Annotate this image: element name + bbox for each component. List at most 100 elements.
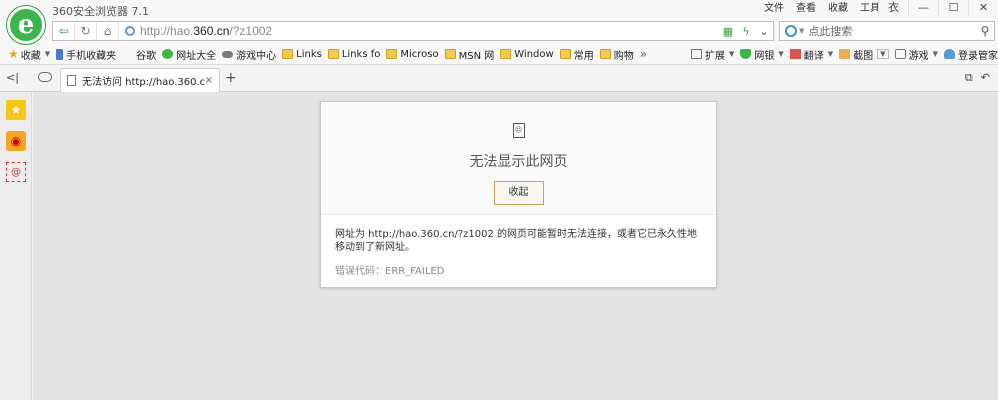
- page-content: ☹ 无法显示此网页 收起 网址为 http://hao.360.cn/?z100…: [33, 92, 998, 400]
- error-code: 错误代码：ERR_FAILED: [335, 266, 445, 277]
- page-icon: [67, 75, 76, 86]
- scissors-icon: [839, 49, 851, 59]
- games-button[interactable]: 游戏 ▼: [892, 44, 941, 64]
- bookmark-label: 购物: [613, 50, 634, 62]
- tab-title: 无法访问 http://hao.360.cn/?z: [82, 77, 205, 88]
- bookmark-label: 谷歌: [136, 50, 157, 62]
- bookmark-folder[interactable]: Microso: [383, 44, 441, 64]
- mail-icon[interactable]: @: [6, 162, 26, 182]
- menu-favorites[interactable]: 收藏: [822, 2, 854, 16]
- browser-logo-icon[interactable]: e: [7, 6, 45, 44]
- address-row: ⇦ ↻ ⌂ http://hao.360.cn/?z1002 ▦ ϟ ⌄ ▼ 点…: [0, 18, 998, 44]
- search-input[interactable]: 点此搜索: [808, 23, 976, 39]
- maximize-button[interactable]: ☐: [938, 0, 968, 16]
- search-engine-dropdown-icon[interactable]: ▼: [799, 27, 804, 35]
- qr-code-icon[interactable]: ▦: [719, 22, 737, 40]
- bookmark-folder[interactable]: Window: [497, 44, 556, 64]
- refresh-icon[interactable]: ↻: [75, 22, 97, 40]
- chevron-down-icon: ▼: [44, 50, 51, 58]
- error-title: 无法显示此网页: [469, 154, 568, 170]
- minimize-button[interactable]: —: [908, 0, 938, 16]
- bookmark-folder[interactable]: MSN 网: [442, 44, 498, 64]
- bookmarks-bar: ★ 收藏 ▼ 手机收藏夹 谷歌 网址大全 游戏中心 Links Links fo…: [0, 44, 998, 65]
- chevron-down-icon: ▼: [932, 50, 938, 58]
- error-card: ☹ 无法显示此网页 收起 网址为 http://hao.360.cn/?z100…: [320, 101, 717, 288]
- bookmark-label: MSN 网: [458, 50, 495, 62]
- bookmark-label: 网址大全: [176, 50, 217, 62]
- close-button[interactable]: ✕: [968, 0, 998, 16]
- error-description: 网址为 http://hao.360.cn/?z1002 的网页可能暂时无法连接…: [335, 229, 698, 253]
- online-banking-label: 网银: [754, 50, 775, 62]
- cloud-icon[interactable]: [38, 72, 52, 82]
- error-card-header: ☹ 无法显示此网页 收起: [321, 102, 716, 215]
- grid-icon: [691, 49, 702, 59]
- games-label: 游戏: [908, 50, 929, 62]
- chevron-down-icon: ▼: [877, 49, 889, 59]
- screenshot-button[interactable]: 截图 ▼: [836, 44, 891, 64]
- weibo-icon[interactable]: ◉: [6, 131, 26, 151]
- bookmark-label: Window: [514, 48, 554, 60]
- globe-icon: [125, 26, 135, 36]
- folder-icon: [500, 49, 512, 59]
- home-icon[interactable]: ⌂: [97, 22, 119, 40]
- tab-close-icon[interactable]: ×: [205, 75, 213, 86]
- tab-active[interactable]: 无法访问 http://hao.360.cn/?z ×: [60, 68, 220, 92]
- green-globe-icon: [162, 49, 174, 59]
- restore-tabs-icon[interactable]: ⧉: [965, 71, 973, 85]
- chevron-down-icon[interactable]: ⌄: [755, 22, 773, 40]
- bookmark-item[interactable]: 游戏中心: [219, 44, 279, 64]
- sidebar: ★ ◉ @: [0, 92, 32, 400]
- bookmark-label: 手机收藏夹: [66, 50, 117, 62]
- bookmarks-overflow-button[interactable]: »: [637, 44, 650, 64]
- chevron-down-icon: ▼: [729, 50, 735, 58]
- error-card-body: 网址为 http://hao.360.cn/?z1002 的网页可能暂时无法连接…: [321, 215, 716, 277]
- bookmark-label: Microso: [400, 48, 439, 60]
- search-engine-icon[interactable]: [785, 25, 797, 37]
- bookmark-label: Links: [296, 48, 322, 60]
- favorites-menu[interactable]: ★ 收藏 ▼: [0, 44, 53, 64]
- menu-view[interactable]: 查看: [790, 2, 822, 16]
- search-icon[interactable]: ⚲: [976, 24, 994, 38]
- title-bar: 360安全浏览器 7.1 文件 查看 收藏 工具 帮助 衣 — ☐ ✕: [0, 0, 998, 18]
- sidebar-toggle-icon[interactable]: <|: [6, 71, 19, 84]
- overflow-chevron-icon: »: [639, 47, 648, 61]
- extensions-button[interactable]: 扩展 ▼: [688, 44, 737, 64]
- skin-button[interactable]: 衣: [878, 0, 908, 16]
- new-tab-button[interactable]: +: [225, 70, 237, 86]
- folder-icon: [282, 49, 294, 59]
- gamepad-icon: [222, 50, 234, 58]
- folder-icon: [386, 49, 398, 59]
- online-banking-button[interactable]: 网银 ▼: [737, 44, 786, 64]
- bookmark-folder[interactable]: 购物: [597, 44, 637, 64]
- bookmark-folder[interactable]: Links fo: [325, 44, 384, 64]
- menu-file[interactable]: 文件: [758, 2, 790, 16]
- toolbar-extensions: 扩展 ▼ 网银 ▼ 翻译 ▼ 截图 ▼ 游戏 ▼ 登录管家: [688, 44, 998, 64]
- undo-close-icon[interactable]: ↶: [981, 71, 990, 85]
- login-manager-button[interactable]: 登录管家: [941, 44, 998, 64]
- bookmark-item[interactable]: 谷歌: [133, 44, 159, 64]
- translate-button[interactable]: 翻译 ▼: [787, 44, 836, 64]
- bookmark-folder[interactable]: 常用: [557, 44, 597, 64]
- bookmark-folder[interactable]: Links: [279, 44, 325, 64]
- bookmark-label: Links fo: [341, 48, 381, 60]
- bookmark-item[interactable]: 手机收藏夹: [53, 44, 119, 64]
- favorites-star-icon[interactable]: ★: [6, 100, 26, 120]
- back-arrow-icon[interactable]: ⇦: [53, 22, 75, 40]
- tab-bar: <| 无法访问 http://hao.360.cn/?z × + ⧉ ↶: [0, 65, 998, 92]
- bookmark-label: 游戏中心: [236, 50, 277, 62]
- shield-icon: [740, 49, 752, 59]
- favorites-label: 收藏: [20, 50, 41, 62]
- folder-icon: [444, 49, 456, 59]
- bookmark-label: 常用: [573, 50, 594, 62]
- screenshot-label: 截图: [853, 50, 874, 62]
- window-controls: 衣 — ☐ ✕: [878, 0, 998, 16]
- bookmark-item[interactable]: 网址大全: [159, 44, 219, 64]
- lightning-icon[interactable]: ϟ: [737, 22, 755, 40]
- star-icon: ★: [8, 47, 19, 61]
- app-title: 360安全浏览器 7.1: [52, 5, 149, 18]
- folder-icon: [599, 49, 611, 59]
- translate-label: 翻译: [803, 50, 824, 62]
- collapse-button[interactable]: 收起: [493, 181, 544, 205]
- url-input[interactable]: http://hao.360.cn/?z1002: [140, 24, 719, 38]
- address-bar: ⇦ ↻ ⌂ http://hao.360.cn/?z1002 ▦ ϟ ⌄: [52, 21, 774, 41]
